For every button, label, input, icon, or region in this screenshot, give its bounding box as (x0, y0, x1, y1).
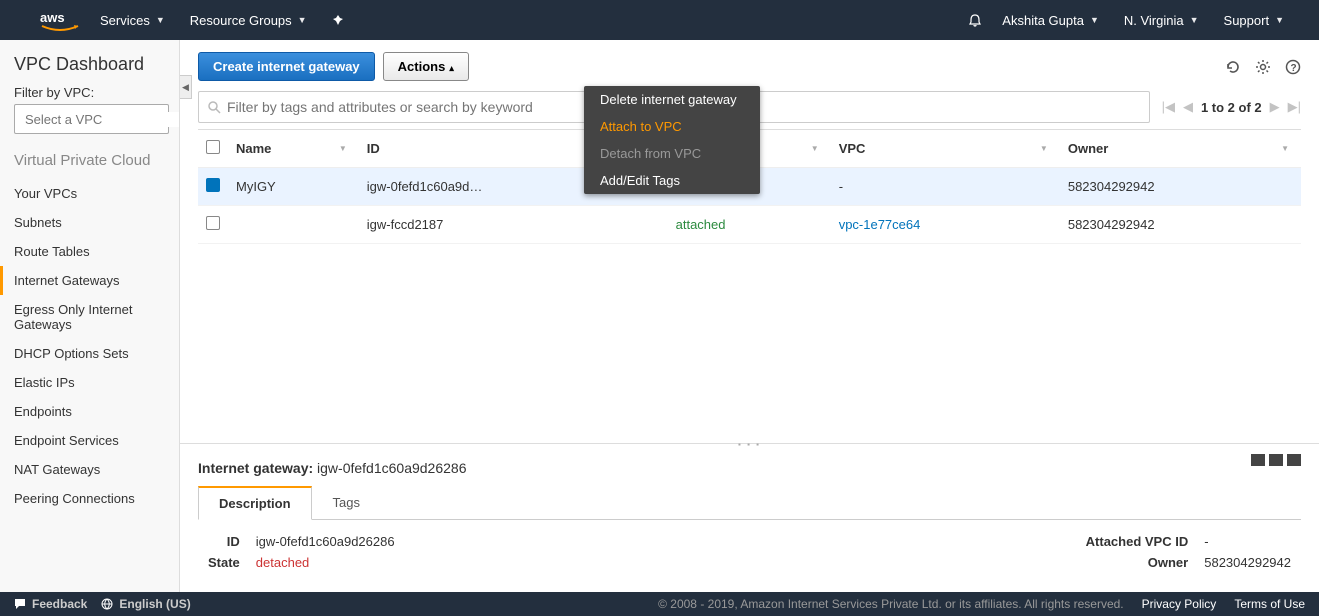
detail-label-state: State (208, 555, 240, 570)
pager-prev-icon[interactable]: ◀ (1183, 99, 1193, 115)
cell-owner: 582304292942 (1060, 168, 1301, 206)
create-internet-gateway-button[interactable]: Create internet gateway (198, 52, 375, 81)
sidebar-item-egress-only[interactable]: Egress Only Internet Gateways (14, 295, 169, 339)
vpc-filter-input-wrap[interactable] (14, 104, 169, 134)
sidebar-item-internet-gateways[interactable]: Internet Gateways (0, 266, 169, 295)
filter-by-vpc-label: Filter by VPC: (14, 85, 169, 100)
detail-pane: ▪ ▪ ▪ Internet gateway: igw-0fefd1c60a9d… (180, 443, 1319, 592)
speech-bubble-icon (14, 598, 26, 610)
feedback-link[interactable]: Feedback (14, 597, 87, 611)
main-panel: Create internet gateway Actions▴ ? Delet… (180, 40, 1319, 592)
sidebar-item-endpoint-services[interactable]: Endpoint Services (14, 426, 169, 455)
refresh-icon[interactable] (1225, 59, 1241, 75)
cell-name: MyIGY (228, 168, 359, 206)
cell-name (228, 206, 359, 244)
menu-detach-from-vpc: Detach from VPC (584, 140, 760, 167)
menu-attach-to-vpc[interactable]: Attach to VPC (584, 113, 760, 140)
pager-first-icon[interactable]: |◀ (1162, 99, 1175, 115)
tab-tags[interactable]: Tags (312, 486, 381, 519)
table-row[interactable]: igw-fccd2187 attached vpc-1e77ce64 58230… (198, 206, 1301, 244)
col-vpc: VPC▼ (831, 130, 1060, 168)
detail-value-attached-vpc: - (1204, 534, 1291, 549)
nav-services[interactable]: Services▼ (100, 13, 165, 28)
actions-dropdown: Delete internet gateway Attach to VPC De… (584, 86, 760, 194)
pager: |◀ ◀ 1 to 2 of 2 ▶ ▶| (1162, 99, 1301, 115)
toolbar: Create internet gateway Actions▴ ? Delet… (180, 40, 1319, 83)
sidebar-item-route-tables[interactable]: Route Tables (14, 237, 169, 266)
row-checkbox[interactable] (206, 216, 220, 230)
detail-title: Internet gateway: igw-0fefd1c60a9d26286 (198, 460, 1301, 476)
language-selector[interactable]: English (US) (101, 597, 190, 611)
search-icon (207, 100, 221, 114)
globe-icon (101, 598, 113, 610)
vpc-filter-input[interactable] (25, 112, 180, 127)
sidebar-title[interactable]: VPC Dashboard (14, 54, 169, 75)
detail-label-attached-vpc: Attached VPC ID (1086, 534, 1189, 549)
cell-id: igw-fccd2187 (359, 206, 668, 244)
detail-value-owner: 582304292942 (1204, 555, 1291, 570)
menu-add-edit-tags[interactable]: Add/Edit Tags (584, 167, 760, 194)
pager-last-icon[interactable]: ▶| (1288, 99, 1301, 115)
cell-vpc: - (831, 168, 1060, 206)
sidebar-item-dhcp[interactable]: DHCP Options Sets (14, 339, 169, 368)
footer: Feedback English (US) © 2008 - 2019, Ama… (0, 592, 1319, 616)
sidebar-item-subnets[interactable]: Subnets (14, 208, 169, 237)
view-mode-1-icon[interactable] (1251, 454, 1265, 466)
tab-description[interactable]: Description (198, 486, 312, 520)
nav-user[interactable]: Akshita Gupta▼ (1002, 13, 1099, 28)
pager-text: 1 to 2 of 2 (1201, 100, 1262, 115)
svg-text:?: ? (1291, 63, 1297, 74)
sidebar-collapse-icon[interactable]: ◀ (180, 75, 192, 99)
sidebar-item-peering[interactable]: Peering Connections (14, 484, 169, 513)
col-owner: Owner▼ (1060, 130, 1301, 168)
select-all-checkbox[interactable] (206, 140, 220, 154)
settings-icon[interactable] (1255, 59, 1271, 75)
sidebar-item-your-vpcs[interactable]: Your VPCs (14, 179, 169, 208)
sidebar-item-elastic-ips[interactable]: Elastic IPs (14, 368, 169, 397)
view-mode-3-icon[interactable] (1287, 454, 1301, 466)
notifications-icon[interactable] (968, 13, 982, 27)
cell-state: attached (668, 206, 831, 244)
detail-label-id: ID (208, 534, 240, 549)
row-checkbox[interactable] (206, 178, 220, 192)
nav-resource-groups[interactable]: Resource Groups▼ (190, 13, 307, 28)
pager-next-icon[interactable]: ▶ (1270, 99, 1280, 115)
help-icon[interactable]: ? (1285, 59, 1301, 75)
col-name: Name▼ (228, 130, 359, 168)
svg-text:aws: aws (40, 10, 65, 25)
cell-owner: 582304292942 (1060, 206, 1301, 244)
aws-logo[interactable]: aws (40, 8, 80, 32)
nav-support[interactable]: Support▼ (1224, 13, 1284, 28)
detail-value-state: detached (256, 555, 395, 570)
resize-handle-icon[interactable]: ▪ ▪ ▪ (738, 440, 761, 449)
nav-region[interactable]: N. Virginia▼ (1124, 13, 1199, 28)
view-mode-2-icon[interactable] (1269, 454, 1283, 466)
actions-button[interactable]: Actions▴ (383, 52, 469, 81)
cell-vpc[interactable]: vpc-1e77ce64 (831, 206, 1060, 244)
sidebar-item-endpoints[interactable]: Endpoints (14, 397, 169, 426)
menu-delete-igw[interactable]: Delete internet gateway (584, 86, 760, 113)
sidebar-item-nat-gateways[interactable]: NAT Gateways (14, 455, 169, 484)
footer-copyright: © 2008 - 2019, Amazon Internet Services … (658, 597, 1124, 611)
detail-label-owner: Owner (1086, 555, 1189, 570)
privacy-policy-link[interactable]: Privacy Policy (1142, 597, 1217, 611)
sidebar-section-vpc: Virtual Private Cloud (14, 152, 169, 169)
top-nav: aws Services▼ Resource Groups▼ Akshita G… (0, 0, 1319, 40)
terms-of-use-link[interactable]: Terms of Use (1234, 597, 1305, 611)
nav-pin-icon[interactable] (332, 14, 344, 26)
sidebar: VPC Dashboard Filter by VPC: Virtual Pri… (0, 40, 180, 592)
detail-value-id: igw-0fefd1c60a9d26286 (256, 534, 395, 549)
